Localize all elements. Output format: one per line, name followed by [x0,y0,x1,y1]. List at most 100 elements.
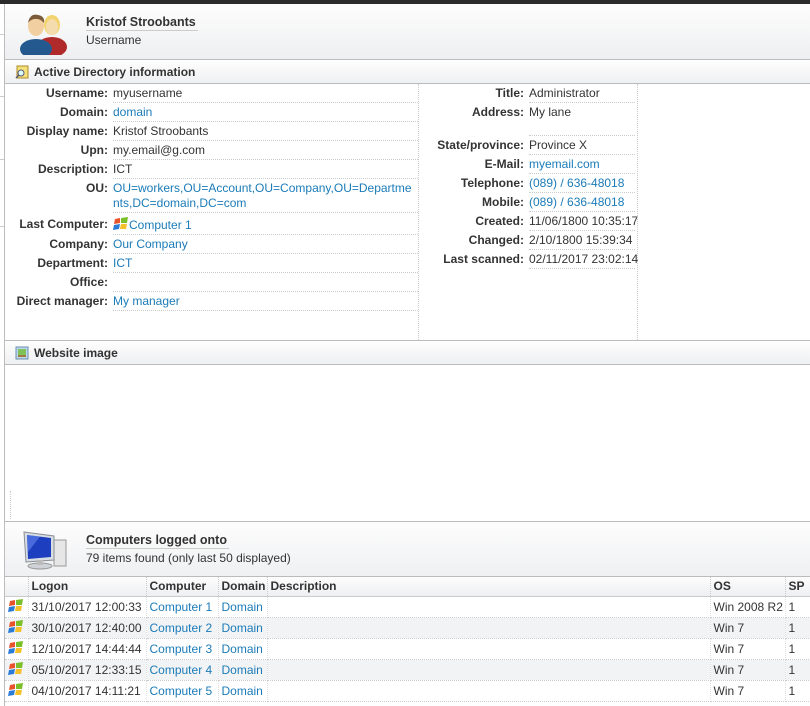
field-changed: Changed: 2/10/1800 15:39:34 [419,231,637,250]
os-icon-cell [5,596,29,618]
description-cell [267,596,711,618]
field-username: Username: myusername [5,84,418,103]
table-row[interactable]: 31/10/2017 12:00:33 Computer 1 Domain Win 2… [5,596,810,618]
table-row[interactable]: 12/10/2017 14:44:44 Computer 3 Domain Win 7… [5,638,810,660]
description-cell [267,638,711,660]
computer-link[interactable]: Computer 3 [150,642,213,656]
field-department: Department: ICT [5,254,418,273]
manager-link[interactable]: My manager [113,294,180,308]
email-link[interactable]: myemail.com [529,157,600,171]
computer-cell: Computer 1 [146,596,219,618]
table-row[interactable]: 30/10/2017 12:40:00 Computer 2 Domain Win 7… [5,617,810,639]
field-mobile: Mobile: (089) / 636-48018 [419,193,637,212]
computer-link[interactable]: Computer 2 [150,621,213,635]
column-header-description[interactable]: Description [267,577,711,597]
users-icon [20,14,67,55]
computer-link[interactable]: Computer 1 [150,600,213,614]
search-document-icon [15,65,29,79]
os-icon-cell [5,680,29,702]
field-address: Address: My lane [419,103,637,136]
sp-cell: 1 [785,659,810,681]
field-domain: Domain: domain [5,103,418,122]
os-icon-cell [5,617,29,639]
website-section-header: Website image [5,342,810,365]
ou-link[interactable]: OU=workers,OU=Account,OU=Company,OU=Depa… [113,181,412,210]
website-image-area [5,365,810,522]
department-link[interactable]: ICT [113,256,132,270]
computer-cell: Computer 5 [146,680,219,702]
domain-link[interactable]: Domain [222,600,263,614]
os-icon-cell [5,638,29,660]
windows-icon [8,662,23,675]
field-last-computer: Last Computer: Computer 1 [5,215,418,235]
column-header-icon[interactable] [5,577,29,597]
field-description: Description: ICT [5,160,418,179]
table-header-row: Logon Computer Domain Description OS SP [5,577,810,597]
domain-link[interactable]: Domain [222,642,263,656]
last-computer-link[interactable]: Computer 1 [129,218,192,232]
computer-link[interactable]: Computer 4 [150,663,213,677]
mobile-link[interactable]: (089) / 636-48018 [529,195,624,209]
logon-cell: 31/10/2017 12:00:33 [28,596,147,618]
computer-cell: Computer 2 [146,617,219,639]
sp-cell: 1 [785,617,810,639]
description-cell [267,617,711,639]
ad-right-column: Title: Administrator Address: My lane St… [419,84,638,340]
field-created: Created: 11/06/1800 10:35:17 [419,212,638,231]
image-icon [15,346,29,360]
field-company: Company: Our Company [5,235,418,254]
description-cell [267,659,711,681]
domain-cell: Domain [218,638,268,660]
ad-section-header: Active Directory information [5,61,810,84]
ad-left-column: Username: myusername Domain: domain Disp… [5,84,418,340]
field-state-province: State/province: Province X [419,136,637,155]
os-cell: Win 7 [710,617,786,639]
field-last-scanned: Last scanned: 02/11/2017 23:02:14 [419,250,638,269]
domain-cell: Domain [218,596,268,618]
domain-cell: Domain [218,659,268,681]
field-display-name: Display name: Kristof Stroobants [5,122,418,141]
field-office: Office: [5,273,418,292]
os-cell: Win 7 [710,680,786,702]
table-row[interactable]: 04/10/2017 14:11:21 Computer 5 Domain Win 7… [5,680,810,702]
field-upn: Upn: my.email@g.com [5,141,418,160]
computers-count: 79 items found (only last 50 displayed) [86,551,291,565]
ad-section-title: Active Directory information [34,65,196,79]
field-direct-manager: Direct manager: My manager [5,292,418,311]
logon-cell: 04/10/2017 14:11:21 [28,680,147,702]
windows-icon [8,599,23,612]
computers-table: Logon Computer Domain Description OS SP … [5,577,810,702]
logon-cell: 12/10/2017 14:44:44 [28,638,147,660]
domain-link[interactable]: domain [113,105,152,119]
sp-cell: 1 [785,596,810,618]
user-display-name: Kristof Stroobants [86,15,198,31]
column-header-domain[interactable]: Domain [218,577,268,597]
sp-cell: 1 [785,680,810,702]
os-cell: Win 7 [710,659,786,681]
column-divider [637,84,638,340]
os-cell: Win 2008 R2 [710,596,786,618]
computer-cell: Computer 4 [146,659,219,681]
domain-link[interactable]: Domain [222,621,263,635]
column-header-os[interactable]: OS [710,577,786,597]
ad-info-panel: Username: myusername Domain: domain Disp… [5,84,810,341]
computer-link[interactable]: Computer 5 [150,684,213,698]
windows-icon [8,620,23,633]
domain-cell: Domain [218,617,268,639]
telephone-link[interactable]: (089) / 636-48018 [529,176,624,190]
column-header-logon[interactable]: Logon [28,577,147,597]
sp-cell: 1 [785,638,810,660]
website-section-title: Website image [34,346,118,360]
column-header-sp[interactable]: SP [785,577,810,597]
table-row[interactable]: 05/10/2017 12:33:15 Computer 4 Domain Win 7… [5,659,810,681]
field-ou: OU: OU=workers,OU=Account,OU=Company,OU=… [5,179,418,213]
domain-link[interactable]: Domain [222,663,263,677]
company-link[interactable]: Our Company [113,237,188,251]
column-header-computer[interactable]: Computer [146,577,219,597]
computer-icon [23,531,67,570]
user-subtitle: Username [86,33,142,47]
user-header: Kristof Stroobants Username [5,4,810,60]
computers-title: Computers logged onto [86,533,229,549]
domain-link[interactable]: Domain [222,684,263,698]
computer-cell: Computer 3 [146,638,219,660]
